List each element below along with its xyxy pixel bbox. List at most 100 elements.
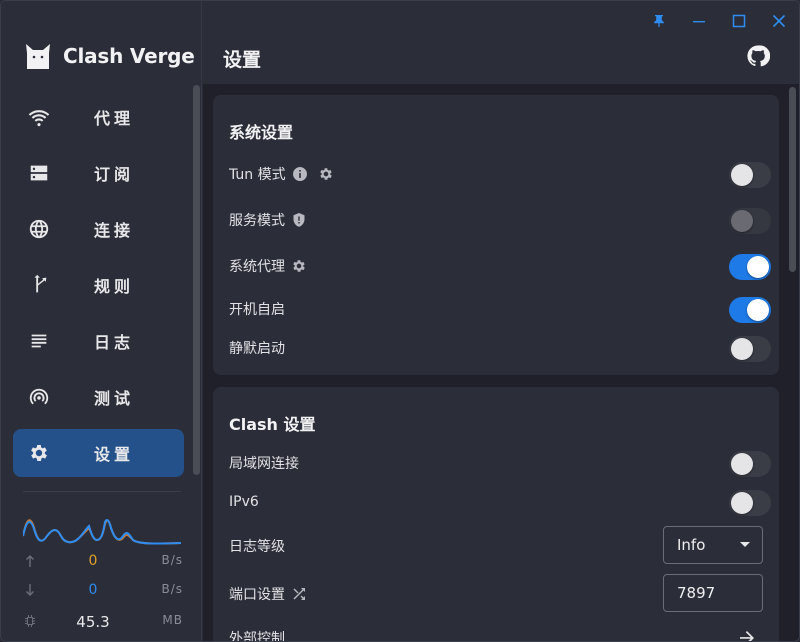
sidebar-nav: 代理 订阅 连接 规则 日志 测试 设置 [13,93,184,485]
ipv6-switch[interactable] [729,490,771,516]
switch-knob [747,256,769,278]
external-controller-button[interactable] [737,628,757,641]
sidebar-item-logs[interactable]: 日志 [13,317,184,365]
setting-row-system-proxy: 系统代理 [229,253,771,280]
download-value: 0 [88,582,98,598]
log-level-select[interactable]: Info [663,526,763,564]
sidebar-item-settings[interactable]: 设置 [13,429,184,477]
radar-icon [27,385,51,409]
dropdown-caret-icon [740,542,750,547]
arrow-up-icon [23,554,37,568]
memory-stat: 45.3 MB [23,613,183,633]
switch-knob [731,338,753,360]
settings-content: 系统设置 Tun 模式 服务模式 系统代理 开机自启 静默启动 Clash 设置… [203,85,799,642]
sidebar-item-label: 连接 [94,221,135,240]
setting-label: 开机自启 [229,302,285,318]
sidebar-item-proxy[interactable]: 代理 [13,93,184,141]
maximize-button[interactable] [729,11,749,31]
pin-icon [654,15,664,27]
switch-knob [731,210,753,232]
setting-row-ipv6: IPv6 [229,489,771,516]
close-icon [772,14,786,28]
setting-label: 静默启动 [229,341,285,357]
memory-chip-icon [23,614,37,628]
maximize-icon [732,14,746,28]
card-title: Clash 设置 [229,415,316,434]
setting-label: 系统代理 [229,259,285,275]
sidebar-item-connections[interactable]: 连接 [13,205,184,253]
arrow-down-icon [23,583,37,597]
switch-knob [731,492,753,514]
log-level-value: Info [677,536,706,554]
setting-row-service-mode: 服务模式 [229,207,771,234]
system-proxy-switch[interactable] [729,254,771,280]
traffic-graph [23,519,181,545]
setting-label: 局域网连接 [229,456,299,472]
shield-icon[interactable] [291,212,307,228]
download-unit: B/s [161,582,183,596]
setting-label: Tun 模式 [229,167,286,183]
shuffle-icon[interactable] [291,586,307,602]
switch-knob [731,164,753,186]
setting-row-lan: 局域网连接 [229,450,771,477]
github-icon [747,45,771,67]
download-stat: 0 B/s [23,582,183,602]
clash-settings-card: Clash 设置 局域网连接 IPv6 日志等级 Info 端口设置 7897 … [213,387,779,642]
sidebar-item-label: 测试 [94,389,135,408]
sidebar-item-label: 规则 [94,277,135,296]
memory-value: 45.3 [76,613,110,631]
github-button[interactable] [746,44,771,68]
app-name: Clash Verge [63,44,195,68]
sidebar-item-label: 设置 [94,445,135,464]
silent-start-switch[interactable] [729,336,771,362]
header: 设置 [203,1,799,85]
tun-mode-switch[interactable] [729,162,771,188]
setting-label: 日志等级 [229,539,285,555]
sidebar-item-label: 日志 [94,333,135,352]
port-value: 7897 [677,584,716,602]
divider [23,491,181,492]
setting-row-silent-start: 静默启动 [229,335,771,362]
sidebar-item-test[interactable]: 测试 [13,373,184,421]
minimize-button[interactable] [689,11,709,31]
arrow-right-icon [740,631,754,641]
upload-value: 0 [88,553,98,569]
service-mode-switch[interactable] [729,208,771,234]
globe-icon [27,217,51,241]
cat-logo-icon [26,44,50,69]
info-icon[interactable] [292,166,308,182]
port-input[interactable]: 7897 [663,574,763,612]
setting-label: 外部控制 [229,631,285,642]
sidebar-item-rules[interactable]: 规则 [13,261,184,309]
sidebar: Clash Verge 代理 订阅 连接 规则 日志 测试 设置 0 B/s 0… [1,1,202,641]
setting-label: 端口设置 [229,587,285,603]
setting-label: 服务模式 [229,213,285,229]
sidebar-item-label: 订阅 [94,165,135,184]
wifi-icon [27,105,51,129]
minimize-icon [693,21,705,23]
setting-row-auto-launch: 开机自启 [229,296,771,323]
close-button[interactable] [769,11,789,31]
fork-icon [27,273,51,297]
sidebar-scrollbar[interactable] [193,85,200,475]
upload-stat: 0 B/s [23,553,183,573]
server-icon [27,161,51,185]
upload-unit: B/s [161,553,183,567]
gear-icon[interactable] [318,166,334,182]
lines-icon [27,329,51,353]
content-scrollbar[interactable] [789,87,796,272]
app-window: Clash Verge 代理 订阅 连接 规则 日志 测试 设置 0 B/s 0… [0,0,800,642]
auto-launch-switch[interactable] [729,297,771,323]
gear-icon [27,441,51,465]
setting-label: IPv6 [229,494,259,510]
sidebar-item-label: 代理 [94,109,135,128]
sidebar-item-profiles[interactable]: 订阅 [13,149,184,197]
app-logo: Clash Verge [23,41,195,71]
pin-button[interactable] [649,11,669,31]
system-settings-card: 系统设置 Tun 模式 服务模式 系统代理 开机自启 静默启动 [213,95,779,375]
memory-unit: MB [162,613,183,627]
switch-knob [747,299,769,321]
gear-icon[interactable] [291,258,307,274]
lan-switch[interactable] [729,451,771,477]
switch-knob [731,453,753,475]
